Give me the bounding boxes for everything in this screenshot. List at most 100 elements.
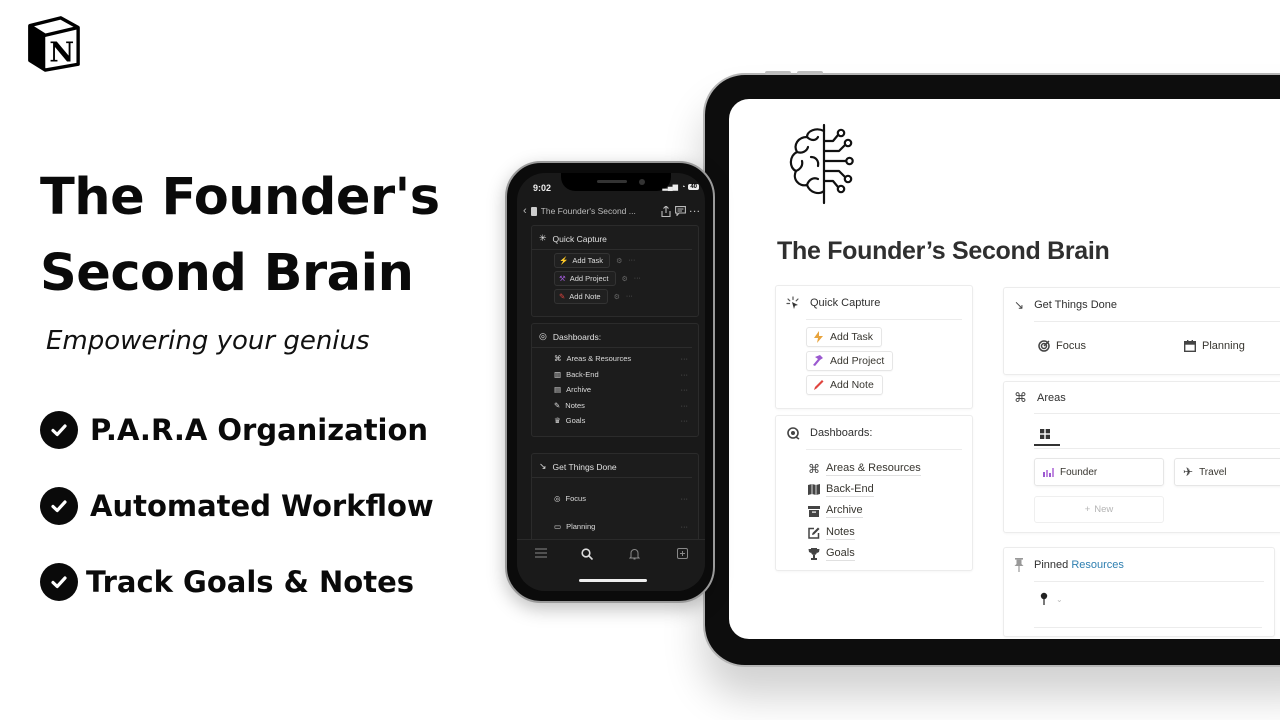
edit-icon [808,527,820,539]
dashboard-link-archive[interactable]: Archive [808,501,972,522]
divider [1034,627,1262,628]
pencil-icon [814,380,824,390]
pinned-item[interactable]: ⌄ [1040,592,1063,606]
add-project-button[interactable]: Add Project [806,351,894,371]
settings-icon[interactable]: ⚙ [614,293,620,301]
check-circle-icon [40,487,78,525]
comment-icon[interactable] [674,206,686,216]
arrow-down-right-icon: ↘ [539,461,547,471]
area-card-travel[interactable]: ✈ Travel [1174,458,1280,486]
dashboard-link-areas-resources[interactable]: ⌘ Areas & Resources ··· [554,351,698,367]
edit-icon: ✎ [554,400,561,410]
more-icon[interactable]: ··· [681,385,689,394]
card-title: Pinned Resources [1034,559,1124,571]
check-circle-icon [40,411,78,449]
dashboard-link-back-end[interactable]: Back-End [808,479,972,500]
target-icon: ◎ [554,493,561,503]
more-icon[interactable]: ··· [681,354,689,363]
battery-indicator: 40 [688,184,699,190]
card-header: ✳ Quick Capture [532,226,692,250]
sparkle-cursor-icon [786,296,799,309]
gtd-link-planning[interactable]: ▭ Planning ··· [554,512,698,540]
add-note-button[interactable]: Add Note [806,375,883,395]
tablet-mockup: The Founder’s Second Brain Quick Capture… [703,71,1280,667]
more-icon[interactable]: ··· [626,293,633,300]
phone-quick-capture-card: ✳ Quick Capture ⚡ Add Task ⚙ ··· ⚒ Add Proj… [531,225,699,317]
status-icons: ▂▄▆ ◔ 40 [662,183,699,191]
pencil-icon: ✎ [559,292,566,301]
settings-icon[interactable]: ⚙ [616,257,622,265]
chart-icon [1043,468,1054,477]
more-icon[interactable]: ··· [681,522,689,531]
dashboard-link-notes[interactable]: Notes [808,522,972,543]
gtd-link-focus[interactable]: ◎ Focus ··· [554,484,698,512]
dashboard-link-archive[interactable]: ▤ Archive ··· [554,382,698,398]
dashboard-link-areas-resources[interactable]: ⌘ Areas & Resources [808,458,972,479]
archive-icon: ▤ [554,385,562,395]
add-note-button[interactable]: ✎ Add Note [554,289,608,304]
more-icon[interactable]: ··· [681,370,689,379]
dashboard-link-goals[interactable]: ♛ Goals ··· [554,413,698,429]
page-title: The Founder’s Second Brain [777,237,1110,265]
gtd-link-focus[interactable]: Focus [1038,340,1086,352]
add-task-button[interactable]: Add Task [806,327,882,347]
new-page-icon[interactable] [677,548,688,559]
settings-icon[interactable]: ⚙ [622,275,628,283]
more-icon[interactable]: ··· [634,275,641,282]
phone-dashboards-card: ◎ Dashboards: ⌘ Areas & Resources ··· ▥ Bac… [531,323,699,437]
more-icon[interactable]: ··· [681,494,689,503]
gallery-view-tab[interactable] [1034,426,1060,446]
trophy-icon: ♛ [554,416,561,426]
quick-capture-row: ⚒ Add Project ⚙ ··· [554,271,698,286]
promo-banner: N The Founder's Second Brain Empowering … [0,0,1280,720]
brain-circuit-icon [789,123,854,205]
card-header: Quick Capture [776,286,972,320]
card-header: Pinned Resources [1004,548,1274,582]
more-icon[interactable]: ··· [681,401,689,410]
back-icon[interactable]: ‹ [523,205,527,217]
plus-icon: + [1084,504,1091,515]
dashboards-card: Dashboards: ⌘ Areas & Resources Back-End… [775,415,973,571]
signal-icon: ▂▄▆ [662,184,679,191]
resources-link[interactable]: Resources [1071,559,1124,571]
area-card-founder[interactable]: Founder [1034,458,1164,486]
phone-screen: 9:02 ▂▄▆ ◔ 40 ‹ The Founder's Second ...… [517,173,705,591]
add-task-button[interactable]: ⚡ Add Task [554,253,611,268]
phone-tab-bar [517,539,705,591]
card-header: ◎ Dashboards: [532,324,692,348]
card-header: ↘ Get Things Done [532,454,692,478]
add-project-button[interactable]: ⚒ Add Project [554,271,616,286]
share-icon[interactable] [660,205,671,217]
phone-page-title: The Founder's Second ... [540,206,636,216]
hero-title-line1: The Founder's [40,168,440,227]
chevron-down-icon[interactable]: ⌄ [1056,595,1063,604]
card-header: ⌘ Areas [1004,382,1280,414]
calendar-icon [1184,340,1196,352]
more-icon[interactable]: ··· [628,257,635,264]
list-icon[interactable] [535,548,547,558]
refresh-target-icon [787,427,800,440]
bell-icon[interactable] [629,548,640,560]
new-area-button[interactable]: + New [1034,496,1164,523]
feature-item: Automated Workflow [40,487,434,525]
quick-capture-card: Quick Capture Add Task Add Project Add N… [775,285,973,409]
notion-logo: N [28,16,80,72]
hero-subtitle: Empowering your genius [46,326,370,356]
dashboard-link-goals[interactable]: Goals [808,543,972,564]
map-icon [808,484,820,496]
target-icon [1038,340,1050,352]
more-icon[interactable]: ··· [690,206,702,216]
search-icon[interactable] [581,548,593,560]
command-icon: ⌘ [554,354,562,364]
dashboard-link-back-end[interactable]: ▥ Back-End ··· [554,367,698,383]
gtd-link-planning[interactable]: Planning [1184,340,1245,352]
feature-label: Automated Workflow [90,489,434,523]
calendar-icon: ▭ [554,521,562,531]
feature-label: P.A.R.A Organization [90,413,429,447]
command-icon: ⌘ [1014,390,1027,405]
refresh-target-icon: ◎ [539,331,547,341]
feature-item: Track Goals & Notes [40,563,414,601]
dashboard-link-notes[interactable]: ✎ Notes ··· [554,398,698,414]
pinned-resources-card: Pinned Resources ⌄ [1003,547,1275,637]
more-icon[interactable]: ··· [681,416,689,425]
